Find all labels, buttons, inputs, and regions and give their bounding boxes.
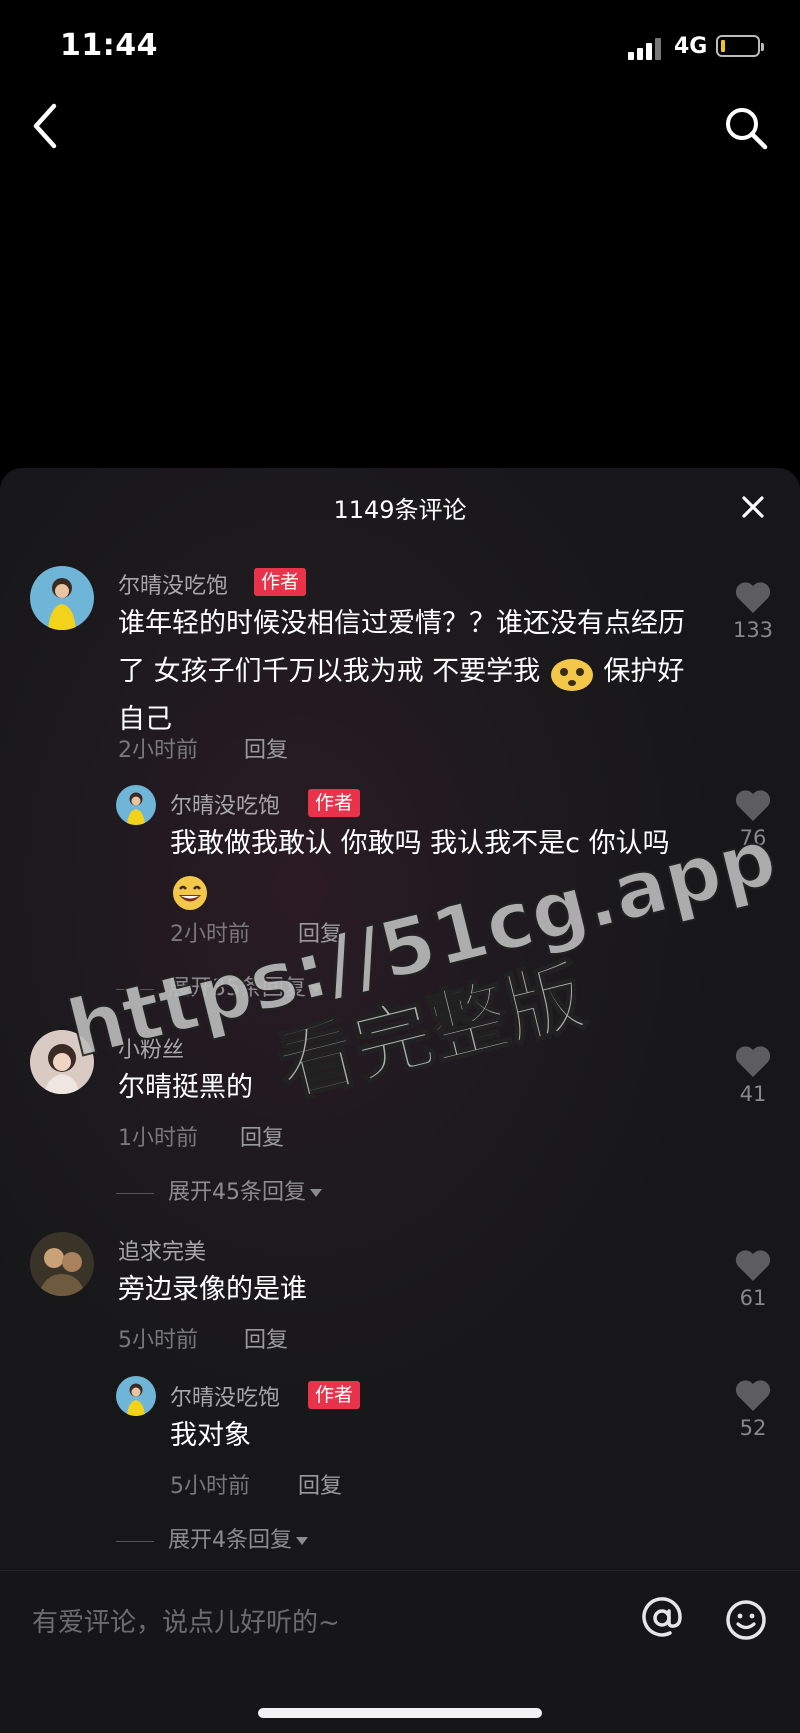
like-count: 76 (739, 826, 767, 850)
expand-replies-button[interactable]: 展开35条回复 (116, 970, 322, 1002)
like-button[interactable]: 76 (718, 788, 788, 850)
comment-username[interactable]: 小粉丝 (118, 1032, 184, 1064)
shocked-face-emoji (550, 658, 593, 691)
screen: 11:44 4G 1149条评论 尔晴没吃饱 作者 谁年轻的时候没相信过爱情？？… (0, 0, 800, 1733)
like-button[interactable]: 52 (718, 1378, 788, 1440)
back-arrow-icon[interactable] (28, 100, 64, 152)
reply-text-main: 我敢做我敢认 你敢吗 我认我不是c 你认吗 (170, 828, 670, 859)
caret-down-icon (296, 1537, 308, 1545)
status-time: 11:44 (60, 28, 158, 63)
avatar[interactable] (30, 1232, 94, 1296)
comment-time: 1小时前 (118, 1126, 198, 1151)
author-badge: 作者 (254, 568, 307, 596)
comment-count-title: 1149条评论 (333, 496, 467, 524)
author-badge: 作者 (308, 789, 361, 817)
comment-input[interactable]: 有爱评论，说点儿好听的~ (32, 1602, 340, 1639)
comment-text: 谁年轻的时候没相信过爱情？？谁还没有点经历了 女孩子们千万以我为戒 不要学我 保… (118, 600, 708, 744)
close-icon[interactable] (738, 492, 768, 522)
avatar[interactable] (30, 566, 94, 630)
heart-icon (735, 1046, 771, 1077)
author-badge: 作者 (308, 1381, 361, 1409)
expand-replies-label: 展开4条回复 (168, 1528, 292, 1553)
comment-text: 尔晴挺黑的 (118, 1072, 253, 1103)
network-type: 4G (674, 34, 708, 59)
caret-down-icon (310, 985, 322, 993)
search-icon[interactable] (722, 104, 770, 152)
heart-icon (735, 582, 771, 613)
grinning-face-emoji (173, 875, 207, 910)
expand-replies-button[interactable]: 展开45条回复 (116, 1174, 322, 1206)
like-count: 61 (739, 1286, 767, 1310)
expand-replies-button[interactable]: 展开4条回复 (116, 1522, 308, 1554)
signal-strength-icon (628, 36, 668, 60)
battery-icon (716, 35, 764, 57)
reply-time: 5小时前 (170, 1474, 250, 1499)
reply-button[interactable]: 回复 (298, 916, 342, 948)
reply-button[interactable]: 回复 (298, 1468, 342, 1500)
heart-icon (735, 790, 771, 821)
comment-username[interactable]: 尔晴没吃饱 (118, 568, 228, 600)
reply-username[interactable]: 尔晴没吃饱 (170, 788, 280, 820)
like-button[interactable]: 61 (718, 1248, 788, 1310)
reply-button[interactable]: 回复 (240, 1120, 284, 1152)
battery-level (721, 40, 725, 52)
at-mention-icon[interactable] (640, 1596, 684, 1640)
avatar[interactable] (116, 1376, 156, 1416)
reply-username[interactable]: 尔晴没吃饱 (170, 1380, 280, 1412)
reply-button[interactable]: 回复 (244, 1322, 288, 1354)
reply-text: 我对象 (170, 1420, 251, 1451)
reply-time: 2小时前 (170, 922, 250, 947)
expand-replies-label: 展开45条回复 (168, 1180, 306, 1205)
comment-text-main: 谁年轻的时候没相信过爱情？？谁还没有点经历了 女孩子们千万以我为戒 不要学我 (118, 608, 685, 687)
avatar[interactable] (116, 785, 156, 825)
emoji-icon[interactable] (724, 1598, 768, 1642)
home-indicator[interactable] (258, 1708, 542, 1718)
like-button[interactable]: 41 (718, 1044, 788, 1106)
reply-button[interactable]: 回复 (244, 732, 288, 764)
caret-down-icon (310, 1189, 322, 1197)
like-count: 52 (739, 1416, 767, 1440)
heart-icon (735, 1250, 771, 1281)
like-button[interactable]: 133 (718, 580, 788, 642)
status-bar: 11:44 4G (0, 0, 800, 90)
comment-username[interactable]: 追求完美 (118, 1234, 206, 1266)
avatar[interactable] (30, 1030, 94, 1094)
like-count: 133 (732, 618, 774, 642)
comment-time: 5小时前 (118, 1328, 198, 1353)
heart-icon (735, 1380, 771, 1411)
like-count: 41 (739, 1082, 767, 1106)
reply-text: 我敢做我敢认 你敢吗 我认我不是c 你认吗 (170, 820, 710, 916)
expand-replies-label: 展开35条回复 (168, 976, 306, 1001)
comment-text: 旁边录像的是谁 (118, 1274, 307, 1305)
comment-time: 2小时前 (118, 738, 198, 763)
